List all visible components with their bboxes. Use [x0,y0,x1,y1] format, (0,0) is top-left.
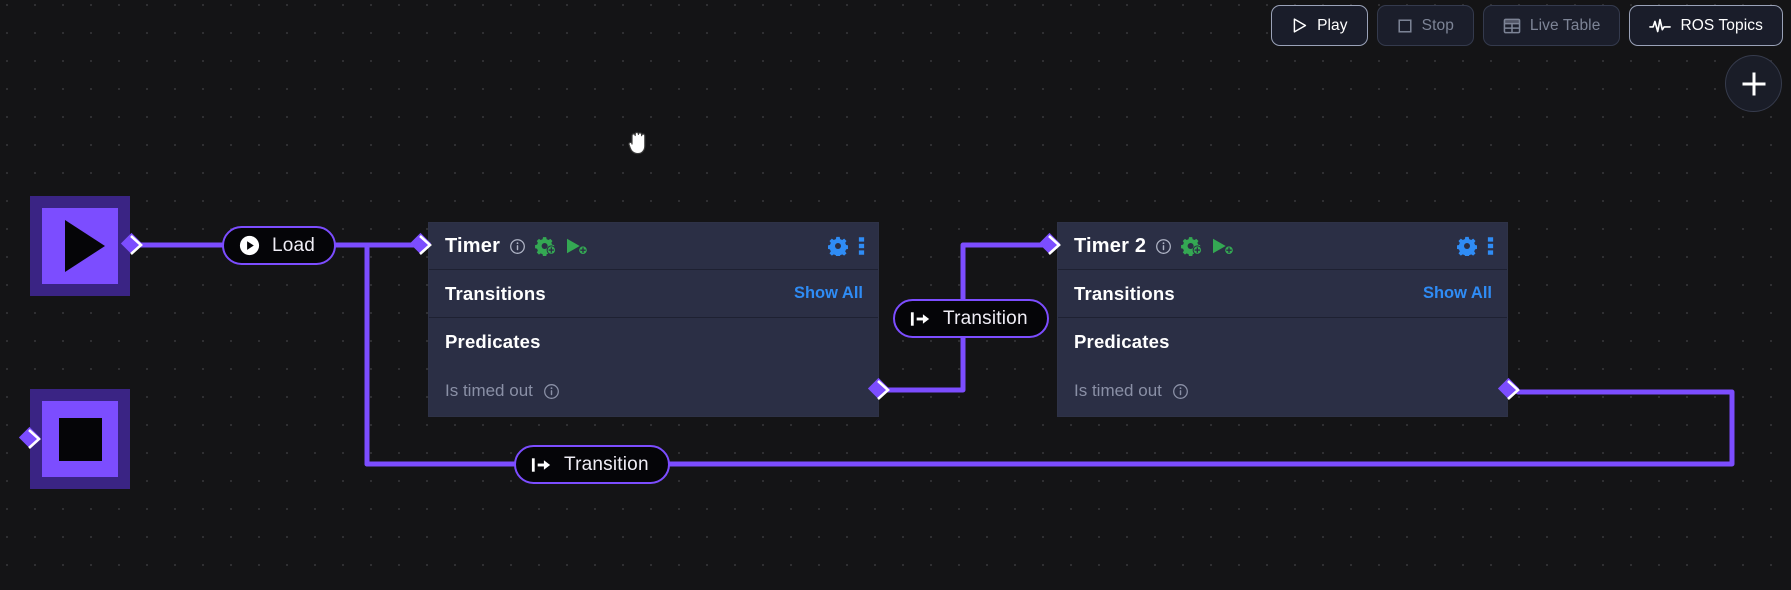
play-triangle-icon [65,220,105,272]
node-timer-title: Timer [445,234,501,257]
node-transition-1-label: Transition [943,307,1028,329]
stop-square-icon [58,417,102,461]
node-timer-transitions-row[interactable]: Transitions Show All [429,270,878,318]
waveform-icon [1649,18,1672,32]
flow-canvas[interactable]: Load Transition Transition Timer Transit… [0,0,1791,590]
edge-layer [133,242,1735,467]
add-node-button[interactable] [1725,55,1782,112]
node-transition-2[interactable]: Transition [514,445,670,484]
stop-node-inner [42,401,118,477]
node-timer-2-predicates-section: Predicates Is timed out [1058,318,1507,416]
ros-topics-button-label: ROS Topics [1680,16,1763,34]
transitions-show-all-link[interactable]: Show All [1423,284,1492,303]
node-transition-2-label: Transition [564,453,649,475]
node-timer[interactable]: Timer Transitions Show All Predicates Is… [428,222,879,417]
start-node-output-handle[interactable] [120,232,144,256]
stop-button[interactable]: Stop [1376,5,1474,46]
stop-node[interactable] [30,389,130,489]
predicate-label: Is timed out [1074,381,1162,400]
info-icon[interactable] [1155,238,1172,255]
predicate-label: Is timed out [445,381,533,400]
top-toolbar: Play Stop Live Table ROS Topics [1271,5,1783,46]
node-timer-2-transitions-row[interactable]: Transitions Show All [1058,270,1507,318]
ros-topics-button[interactable]: ROS Topics [1629,5,1783,46]
node-load[interactable]: Load [222,226,337,265]
play-icon [1293,18,1307,33]
settings-gear-icon[interactable] [1457,236,1477,256]
grab-hand-cursor [628,131,646,155]
gear-plus-icon[interactable] [1180,236,1203,256]
transition-icon [531,457,551,472]
transitions-label: Transitions [1074,282,1175,304]
plus-icon [1742,72,1765,95]
info-icon[interactable] [543,383,560,400]
predicates-header: Predicates [429,318,878,366]
stop-node-input-handle[interactable] [18,426,42,450]
node-timer-input-handle[interactable] [409,232,433,256]
node-transition-1[interactable]: Transition [893,299,1049,338]
node-timer-2[interactable]: Timer 2 Transitions Show All Predicates … [1057,222,1508,417]
predicates-header: Predicates [1058,318,1507,366]
live-table-button[interactable]: Live Table [1482,5,1621,46]
info-icon[interactable] [509,238,526,255]
table-icon [1503,18,1521,33]
gear-plus-icon[interactable] [534,236,557,256]
play-button-label: Play [1317,16,1348,34]
node-timer-header: Timer [429,223,878,270]
predicates-label: Predicates [1074,331,1170,352]
stop-icon [1398,18,1412,33]
settings-gear-icon[interactable] [828,236,848,256]
transition-icon [910,311,930,326]
node-load-label: Load [272,234,316,256]
play-circle-icon [239,235,260,256]
start-node-inner [42,208,118,284]
predicates-label: Predicates [445,331,541,352]
node-timer-2-input-handle[interactable] [1038,232,1062,256]
node-timer-2-title: Timer 2 [1074,234,1147,257]
more-vertical-icon[interactable] [1487,235,1494,257]
node-timer-2-output-handle[interactable] [1497,377,1521,401]
play-plus-icon[interactable] [565,236,589,256]
predicate-item[interactable]: Is timed out [1058,366,1507,416]
node-timer-2-header: Timer 2 [1058,223,1507,270]
play-button[interactable]: Play [1271,5,1368,46]
more-vertical-icon[interactable] [858,235,865,257]
predicate-item[interactable]: Is timed out [429,366,878,416]
play-plus-icon[interactable] [1211,236,1235,256]
transitions-show-all-link[interactable]: Show All [794,284,863,303]
live-table-button-label: Live Table [1529,16,1601,34]
stop-button-label: Stop [1421,16,1454,34]
node-timer-output-handle[interactable] [867,377,891,401]
info-icon[interactable] [1172,383,1189,400]
start-node[interactable] [30,196,130,296]
transitions-label: Transitions [445,282,546,304]
node-timer-predicates-section: Predicates Is timed out [429,318,878,416]
